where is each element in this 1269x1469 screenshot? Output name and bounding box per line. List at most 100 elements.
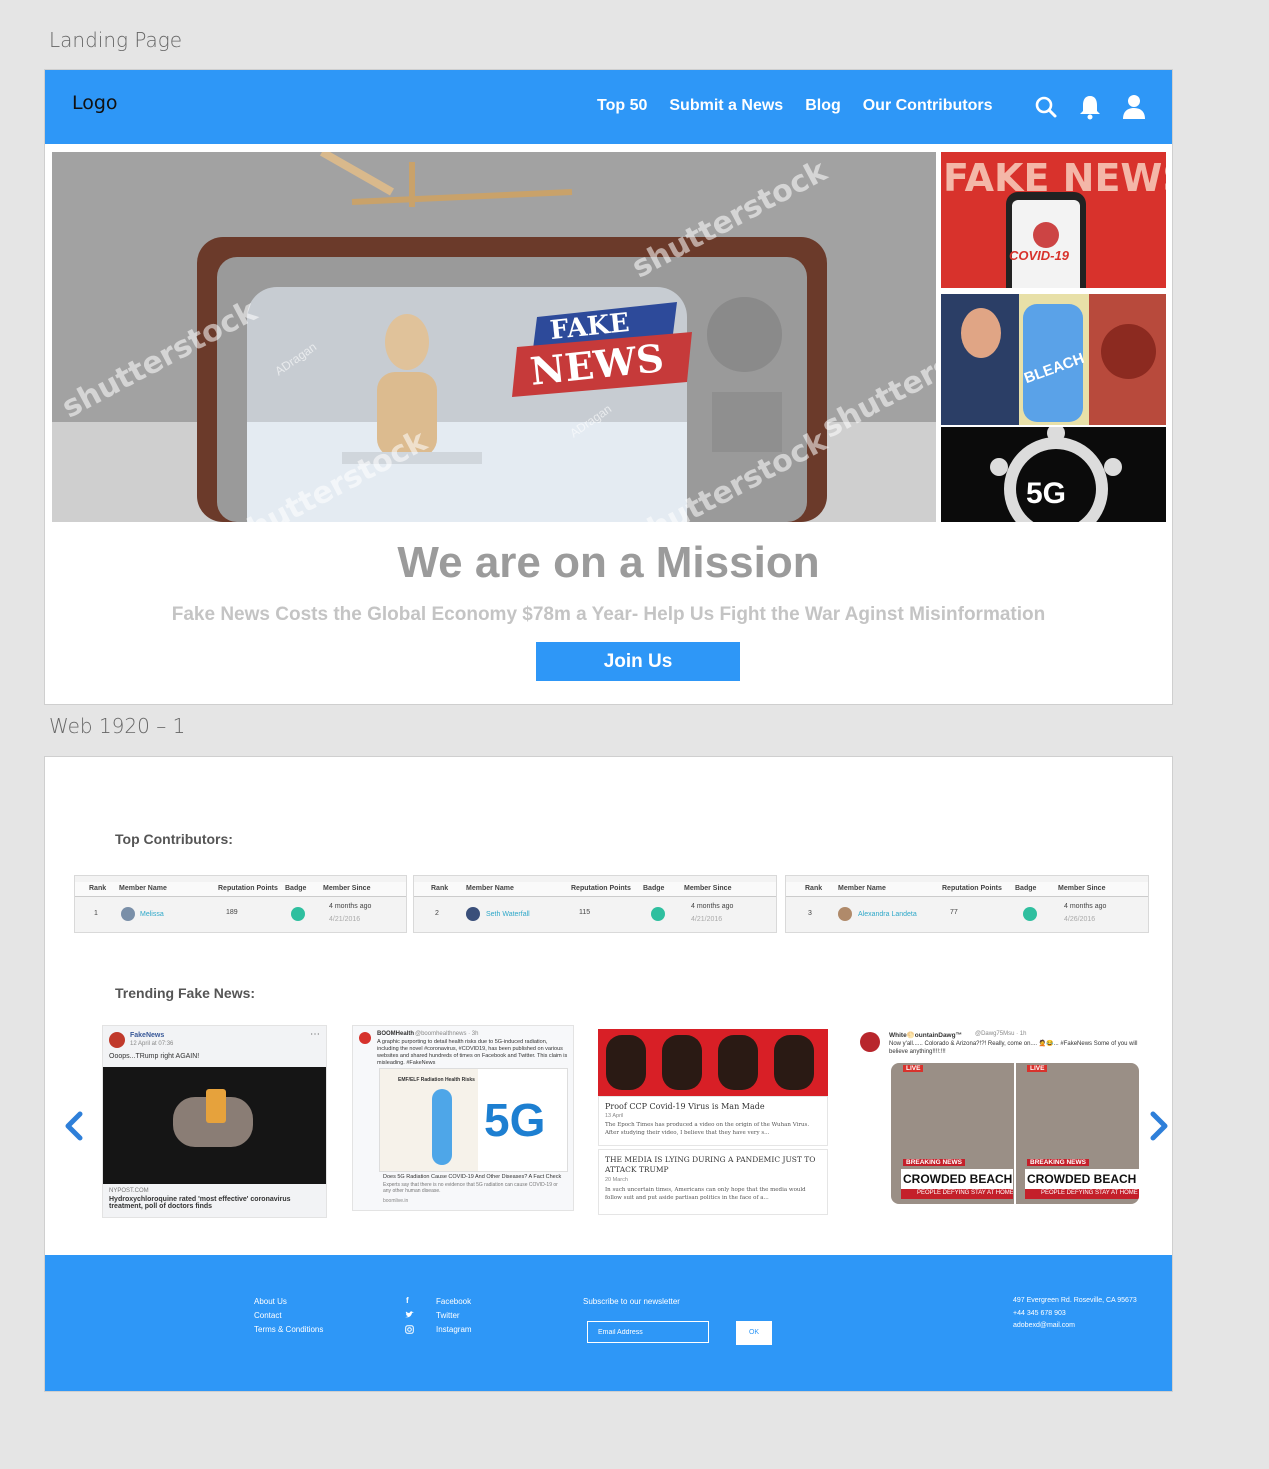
email-input[interactable] [587, 1321, 709, 1343]
avatar [838, 907, 852, 921]
avatar [860, 1032, 880, 1052]
carousel-prev-arrow[interactable] [60, 1111, 90, 1141]
table-row[interactable]: 1 Melissa 189 4 months ago 4/21/2016 [75, 898, 406, 932]
col-member-since: Member Since [1058, 885, 1106, 892]
badge-icon [651, 907, 665, 921]
avatar [466, 907, 480, 921]
member-name-link[interactable]: Seth Waterfall [486, 911, 530, 918]
article-desc: In such uncertain times, Americans can o… [605, 1187, 806, 1201]
avatar [121, 907, 135, 921]
article-item[interactable]: Proof CCP Covid-19 Virus is Man Made 13 … [598, 1096, 828, 1146]
card-text: A graphic purporting to detail health ri… [377, 1039, 568, 1066]
member-since-date: 4/21/2016 [329, 916, 361, 923]
avatar [109, 1032, 125, 1048]
live-badge: LIVE [1027, 1065, 1048, 1072]
instagram-icon[interactable] [405, 1325, 414, 1336]
card-image: EMF/ELF Radiation Health Risks 5G [379, 1068, 568, 1172]
web-artboard: Top Contributors: Rank Member Name Reput… [44, 756, 1173, 1392]
card-date: 12 April at 07:36 [130, 1041, 174, 1047]
points-value: 115 [579, 909, 591, 916]
carousel-next-arrow[interactable] [1143, 1111, 1172, 1141]
col-member-since: Member Since [323, 885, 371, 892]
card-link-url[interactable]: boomlive.in [383, 1198, 408, 1204]
table-row[interactable]: 3 Alexandra Landeta 77 4 months ago 4/26… [786, 898, 1148, 932]
footer-email[interactable]: adobexd@mail.com [1013, 1322, 1075, 1329]
card-image [103, 1067, 326, 1184]
card-panel-title: EMF/ELF Radiation Health Risks [398, 1077, 475, 1083]
artboard-label-landing: Landing Page [49, 28, 183, 52]
col-rank: Rank [431, 885, 449, 892]
col-reputation: Reputation Points [942, 885, 1002, 892]
hero-thumb-bleach: BLEACH [941, 294, 1166, 425]
footer: About Us Contact Terms & Conditions f Fa… [45, 1255, 1172, 1391]
article-date: 20 March [605, 1177, 628, 1183]
nav-link-contributors[interactable]: Our Contributors [863, 97, 993, 115]
newsletter-label: Subscribe to our newsletter [583, 1297, 680, 1306]
card-account-name[interactable]: FakeNews [130, 1032, 164, 1039]
nav-link-submit-news[interactable]: Submit a News [669, 97, 783, 115]
card-headline[interactable]: Hydroxychloroquine rated 'most effective… [109, 1196, 319, 1210]
news-card-3[interactable]: Proof CCP Covid-19 Virus is Man Made 13 … [598, 1025, 828, 1215]
member-since-value: 4 months ago [1064, 903, 1107, 910]
badge-icon [1023, 907, 1037, 921]
twitter-icon[interactable] [405, 1311, 414, 1321]
nav-link-blog[interactable]: Blog [805, 97, 841, 115]
card-account-name[interactable]: BOOMHealth [377, 1031, 414, 1037]
nav-icons [1034, 94, 1146, 120]
contributors-heading: Top Contributors: [115, 831, 233, 847]
col-rank: Rank [805, 885, 823, 892]
contributor-table-1: Rank Member Name Reputation Points Badge… [74, 875, 407, 933]
nav-links: Top 50 Submit a News Blog Our Contributo… [597, 97, 1015, 115]
landing-page-artboard: Logo Top 50 Submit a News Blog Our Contr… [44, 69, 1173, 705]
article-date: 13 April [605, 1113, 624, 1119]
artboard-label-web: Web 1920 – 1 [49, 714, 186, 738]
search-icon[interactable] [1034, 94, 1058, 120]
card-5g-text: 5G [484, 1094, 546, 1146]
article-title[interactable]: THE MEDIA IS LYING DURING A PANDEMIC JUS… [605, 1155, 819, 1175]
points-value: 77 [950, 909, 958, 916]
footer-link-instagram[interactable]: Instagram [436, 1325, 472, 1334]
rank-value: 1 [94, 910, 98, 917]
hero-main-image: FAKE NEWS shutterstock shutterstock shut… [52, 152, 936, 522]
footer-link-facebook[interactable]: Facebook [436, 1297, 471, 1306]
footer-link-contact[interactable]: Contact [254, 1311, 282, 1320]
col-member-name: Member Name [838, 885, 886, 892]
member-since-date: 4/26/2016 [1064, 916, 1096, 923]
table-row[interactable]: 2 Seth Waterfall 115 4 months ago 4/21/2… [414, 898, 776, 932]
logo[interactable]: Logo [72, 92, 118, 114]
nav-link-top-50[interactable]: Top 50 [597, 97, 647, 115]
card-account-name[interactable]: White🌕ountainDawg™ [889, 1031, 962, 1039]
article-item[interactable]: THE MEDIA IS LYING DURING A PANDEMIC JUS… [598, 1149, 828, 1215]
member-name-link[interactable]: Alexandra Landeta [858, 911, 917, 918]
navbar: Logo Top 50 Submit a News Blog Our Contr… [45, 70, 1172, 144]
thumb-covid-text: COVID-19 [1009, 248, 1069, 263]
news-card-2[interactable]: BOOMHealth @boomhealthnews · 3h A graphi… [352, 1025, 574, 1211]
card-text: Ooops...TRump right AGAIN! [109, 1053, 200, 1060]
member-name-link[interactable]: Melissa [140, 911, 164, 918]
footer-link-twitter[interactable]: Twitter [436, 1311, 460, 1320]
footer-link-about[interactable]: About Us [254, 1297, 287, 1306]
card-link-title[interactable]: Does 5G Radiation Cause COVID-19 And Oth… [383, 1174, 565, 1181]
table-header: Rank Member Name Reputation Points Badge… [414, 882, 776, 897]
footer-link-terms[interactable]: Terms & Conditions [254, 1325, 323, 1334]
card-image [598, 1029, 828, 1096]
headline-text: CROWDED BEACH [903, 1172, 1013, 1186]
badge-icon [291, 907, 305, 921]
table-header: Rank Member Name Reputation Points Badge… [75, 882, 406, 897]
facebook-icon[interactable]: f [406, 1296, 409, 1305]
more-icon[interactable]: ⋯ [310, 1029, 320, 1040]
table-header: Rank Member Name Reputation Points Badge… [786, 882, 1148, 897]
bell-icon[interactable] [1078, 94, 1102, 120]
news-card-4[interactable]: White🌕ountainDawg™ @Dawg75Msu · 1h Now y… [853, 1025, 1148, 1209]
rank-value: 2 [435, 910, 439, 917]
col-badge: Badge [1015, 885, 1037, 892]
col-member-name: Member Name [466, 885, 514, 892]
article-title[interactable]: Proof CCP Covid-19 Virus is Man Made [605, 1102, 765, 1111]
mission-subtitle: Fake News Costs the Global Economy $78m … [171, 604, 1046, 625]
user-icon[interactable] [1122, 94, 1146, 120]
phone-shape [1006, 192, 1086, 288]
col-rank: Rank [89, 885, 107, 892]
newsletter-ok-button[interactable]: OK [736, 1321, 772, 1345]
news-card-1[interactable]: FakeNews 12 April at 07:36 ⋯ Ooops...TRu… [102, 1025, 327, 1218]
join-us-button[interactable]: Join Us [536, 642, 740, 681]
